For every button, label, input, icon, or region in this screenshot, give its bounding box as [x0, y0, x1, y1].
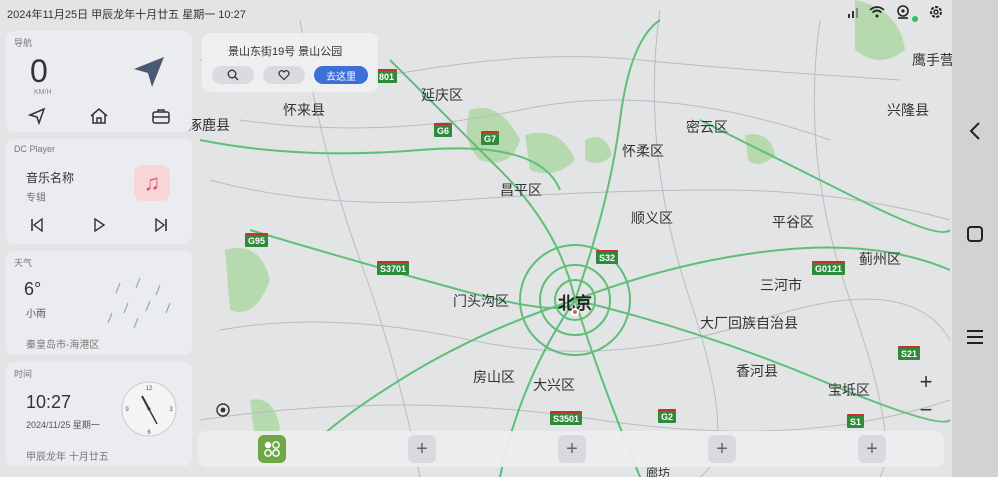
navigation-arrow-icon — [132, 55, 166, 94]
temperature: 6° — [24, 279, 42, 299]
clock-numeral-12: 12 — [146, 386, 153, 392]
dock-add-slot-4[interactable]: + — [858, 435, 886, 463]
menu-icon — [967, 330, 983, 344]
shield-g6: G6 — [434, 123, 453, 137]
map-label-daxing: 大兴区 — [533, 377, 575, 393]
shield-g95: G95 — [245, 233, 269, 247]
previous-button[interactable] — [22, 214, 52, 236]
next-button[interactable] — [146, 214, 176, 236]
dock-add-slot-1[interactable]: + — [408, 435, 436, 463]
locate-icon — [216, 403, 230, 417]
signal-icon — [847, 6, 859, 21]
shield-s32: S32 — [596, 250, 619, 264]
apps-icon — [264, 441, 280, 457]
map-label-huairou: 怀柔区 — [622, 143, 664, 159]
next-icon — [155, 218, 167, 232]
weather-condition: 小雨 — [26, 309, 46, 320]
navigate-icon — [28, 107, 46, 125]
map-label-sanhe: 三河市 — [760, 277, 802, 293]
destination-address: 景山东街19号 景山公园 — [228, 46, 343, 58]
square-icon — [967, 226, 983, 242]
map-label-fangshan: 房山区 — [473, 369, 515, 385]
system-navigation-bar — [952, 0, 998, 477]
map-label-shunyi: 顺义区 — [631, 210, 673, 226]
widget-title: 天气 — [14, 258, 33, 268]
zoom-in-button[interactable]: + — [911, 368, 941, 396]
dock-add-slot-3[interactable]: + — [708, 435, 736, 463]
back-icon — [969, 122, 980, 140]
app-dock[interactable]: + + + + — [198, 431, 944, 467]
widget-title: 导航 — [14, 38, 33, 48]
map-label-miyun: 密云区 — [686, 119, 728, 135]
shield-s3501: S3501 — [550, 411, 583, 425]
home-nav-button[interactable] — [952, 218, 998, 250]
shield-801: 801 — [376, 69, 398, 83]
map-label-xinglong: 兴隆县 — [887, 102, 929, 118]
dock-add-slot-2[interactable]: + — [558, 435, 586, 463]
map-label-changping: 昌平区 — [500, 182, 542, 198]
shield-s3701: S3701 — [377, 261, 410, 275]
search-button[interactable] — [212, 66, 254, 84]
search-icon — [227, 69, 239, 81]
home-button[interactable] — [79, 104, 119, 128]
clock-lunar-date: 甲辰龙年 十月廿五 — [26, 452, 109, 463]
map-label-yingshouying: 鹰手营 — [912, 52, 952, 68]
clock-widget[interactable]: 时间 10:27 2024/11/25 星期一 甲辰龙年 十月廿五 12 3 6… — [6, 362, 192, 466]
map-label-jizhou: 蓟州区 — [859, 251, 901, 267]
menu-button[interactable] — [952, 321, 998, 353]
app-grid-button[interactable] — [258, 435, 286, 463]
map-label-xianghe: 香河县 — [736, 363, 778, 379]
previous-icon — [31, 218, 43, 232]
widget-title: DC Player — [14, 144, 56, 154]
navigation-widget[interactable]: 导航 0 KM/H — [6, 31, 192, 132]
play-icon — [94, 218, 106, 232]
album-name: 专辑 — [26, 193, 46, 204]
zoom-controls[interactable]: + − — [911, 368, 941, 428]
back-button[interactable] — [952, 115, 998, 147]
map-label-yanqing: 延庆区 — [421, 87, 463, 103]
status-bar: 2024年11月25日 甲辰龙年十月廿五 星期一 10:27 — [0, 0, 952, 26]
map-label-huailai: 怀来县 — [283, 102, 325, 118]
song-title: 音乐名称 — [26, 171, 75, 185]
shield-s1: S1 — [847, 414, 865, 428]
map-pin-icon — [571, 308, 579, 316]
navigate-button[interactable] — [17, 104, 57, 128]
shield-g7: G7 — [481, 131, 500, 145]
home-icon — [90, 108, 108, 124]
clock-date: 2024/11/25 星期一 — [26, 420, 100, 430]
favorite-button[interactable] — [263, 66, 305, 84]
music-player-widget[interactable]: DC Player 音乐名称 专辑 ♫ — [6, 139, 192, 244]
map-label-baodi: 宝坻区 — [828, 382, 870, 398]
briefcase-icon — [152, 109, 170, 124]
play-button[interactable] — [84, 214, 114, 236]
status-datetime: 2024年11月25日 甲辰龙年十月廿五 星期一 10:27 — [7, 9, 246, 21]
speed-value: 0 — [30, 53, 48, 89]
shield-s21: S21 — [898, 346, 921, 360]
destination-card[interactable]: 景山东街19号 景山公园 去这里 — [202, 33, 378, 92]
settings-icon[interactable] — [928, 4, 944, 23]
weather-location: 秦皇岛市-海港区 — [26, 340, 100, 351]
music-note-icon: ♫ — [134, 165, 170, 201]
work-button[interactable] — [141, 104, 181, 128]
rain-icon — [107, 277, 171, 329]
analog-clock-icon: 12 3 6 9 — [121, 381, 177, 437]
shield-g0121: G0121 — [812, 261, 846, 275]
map-label-pinggu: 平谷区 — [772, 214, 814, 230]
location-icon[interactable] — [895, 4, 911, 23]
map-label-mentougou: 门头沟区 — [453, 293, 509, 309]
map-label-zhuolu: 涿鹿县 — [188, 117, 230, 133]
map-label-dachang: 大厂回族自治县 — [700, 315, 798, 331]
zoom-out-button[interactable]: − — [911, 396, 941, 424]
locate-me-button[interactable] — [212, 399, 234, 421]
speed-unit: KM/H — [34, 89, 52, 96]
go-here-button[interactable]: 去这里 — [314, 66, 368, 84]
status-dot-icon — [912, 15, 918, 22]
heart-icon — [278, 70, 290, 81]
weather-widget[interactable]: 天气 6° 小雨 秦皇岛市-海港区 — [6, 251, 192, 355]
clock-time: 10:27 — [26, 392, 72, 412]
widget-title: 时间 — [14, 369, 33, 379]
wifi-icon — [869, 6, 885, 21]
shield-g2: G2 — [658, 409, 677, 423]
